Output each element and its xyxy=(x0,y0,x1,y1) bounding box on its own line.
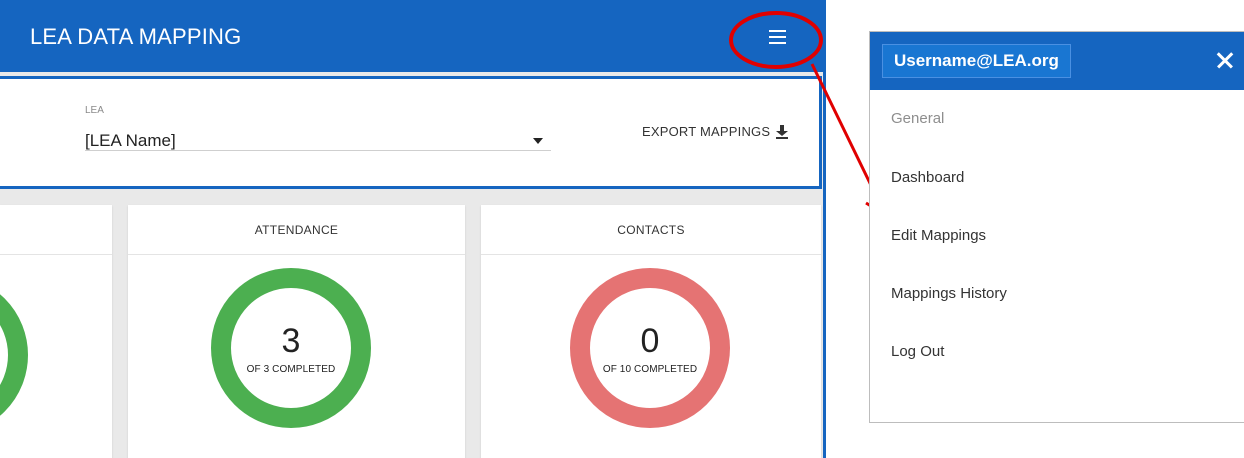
attendance-card[interactable]: ATTENDANCE 3 OF 3 COMPLETED xyxy=(128,205,465,458)
username-badge: Username@LEA.org xyxy=(882,44,1071,78)
lea-select[interactable]: [LEA Name] xyxy=(85,123,551,151)
drawer-section-general: General xyxy=(891,110,945,127)
close-icon[interactable] xyxy=(1213,46,1235,74)
completed-count: 0 xyxy=(640,322,660,360)
lea-field-label: LEA xyxy=(85,105,104,116)
card-title xyxy=(0,205,112,255)
mapping-card-partial[interactable] xyxy=(0,205,112,458)
lea-app-window: LEA DATA MAPPING LEA [LEA Name] EXPORT M… xyxy=(0,0,826,458)
app-top-bar: LEA DATA MAPPING xyxy=(0,0,823,72)
export-mappings-label: EXPORT MAPPINGS xyxy=(642,124,771,139)
completed-summary: OF 10 COMPLETED xyxy=(602,364,698,375)
download-icon xyxy=(776,124,789,139)
drawer-header: Username@LEA.org xyxy=(870,32,1244,90)
nav-item-mappings-history[interactable]: Mappings History xyxy=(891,285,1007,302)
contacts-card[interactable]: CONTACTS 0 OF 10 COMPLETED xyxy=(481,205,821,458)
nav-item-dashboard[interactable]: Dashboard xyxy=(891,169,964,186)
menu-line xyxy=(768,36,786,38)
card-title: CONTACTS xyxy=(481,205,821,255)
export-mappings-button[interactable]: EXPORT MAPPINGS xyxy=(642,124,789,139)
app-title: LEA DATA MAPPING xyxy=(30,24,242,49)
progress-ring xyxy=(0,275,28,435)
nav-item-edit-mappings[interactable]: Edit Mappings xyxy=(891,227,986,244)
completed-count: 3 xyxy=(281,322,301,360)
nav-item-log-out[interactable]: Log Out xyxy=(891,343,944,360)
dropdown-caret-icon xyxy=(533,138,543,144)
card-title: ATTENDANCE xyxy=(128,205,465,255)
menu-line xyxy=(768,30,786,32)
completed-summary: OF 3 COMPLETED xyxy=(246,364,336,375)
hamburger-menu-icon[interactable] xyxy=(760,24,794,50)
attendance-progress-ring: 3 OF 3 COMPLETED xyxy=(211,268,371,428)
lea-filter-card: LEA [LEA Name] EXPORT MAPPINGS xyxy=(0,76,822,189)
menu-line xyxy=(768,42,786,44)
contacts-progress-ring: 0 OF 10 COMPLETED xyxy=(570,268,730,428)
navigation-drawer: Username@LEA.org General Dashboard Edit … xyxy=(869,31,1244,423)
lea-select-value: [LEA Name] xyxy=(85,131,176,150)
